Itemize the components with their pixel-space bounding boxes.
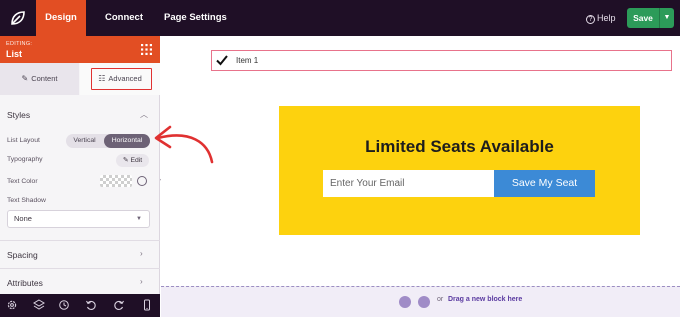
advanced-tab-highlight — [91, 68, 152, 90]
divider — [0, 268, 160, 269]
spacing-section-title[interactable]: Spacing — [7, 250, 38, 260]
gear-icon[interactable] — [6, 299, 18, 311]
drop-zone-text: Drag a new block here — [448, 296, 523, 303]
save-my-seat-button[interactable]: Save My Seat — [494, 170, 595, 197]
tab-content-label: Content — [31, 74, 58, 83]
mobile-preview-icon[interactable] — [141, 299, 153, 311]
undo-icon[interactable] — [85, 299, 97, 311]
save-button[interactable]: Save — [627, 8, 659, 28]
tab-connect[interactable]: Connect — [105, 0, 143, 36]
promo-section[interactable]: Limited Seats Available Enter Your Email… — [279, 106, 640, 235]
drop-zone-or: or — [437, 296, 444, 303]
top-bar: Design Connect Page Settings ? Help Save … — [0, 0, 680, 36]
sidebar: EDITING: List ✎ Content ☷ Advanced Styles … — [0, 36, 160, 317]
email-field[interactable]: Enter Your Email — [323, 170, 494, 197]
app-window: Design Connect Page Settings ? Help Save … — [0, 0, 680, 317]
chevron-up-icon[interactable]: ︿ — [140, 109, 148, 120]
typography-edit-button[interactable]: ✎ Edit — [116, 154, 149, 167]
chevron-right-icon[interactable]: › — [140, 249, 143, 258]
list-layout-toggle: Vertical Horizontal — [66, 134, 150, 148]
checkmark-icon — [216, 55, 228, 66]
text-shadow-label: Text Shadow — [7, 197, 46, 204]
layout-horizontal-option[interactable]: Horizontal — [104, 134, 150, 148]
editing-title: List — [6, 49, 23, 59]
tab-design[interactable]: Design — [36, 0, 86, 36]
help-label: Help — [597, 13, 616, 23]
history-icon[interactable] — [58, 299, 70, 311]
text-shadow-select[interactable]: None ▼ — [7, 210, 150, 228]
pencil-icon: ✎ — [21, 74, 29, 83]
attributes-section-title[interactable]: Attributes — [7, 278, 43, 288]
chevron-right-icon[interactable]: › — [140, 277, 143, 286]
divider — [0, 240, 160, 241]
add-section-icon[interactable] — [399, 296, 411, 308]
color-picker-icon[interactable] — [137, 176, 147, 186]
tab-content[interactable]: ✎ Content — [0, 63, 79, 95]
typography-label: Typography — [7, 156, 43, 163]
annotation-arrow-icon — [154, 125, 214, 164]
layout-vertical-option[interactable]: Vertical — [66, 134, 103, 148]
bottom-toolbar — [0, 294, 160, 317]
edit-label: Edit — [130, 157, 143, 164]
editing-label: EDITING: — [6, 41, 33, 47]
editing-header: EDITING: List — [0, 36, 160, 63]
list-layout-label: List Layout — [7, 137, 40, 144]
text-color-label: Text Color — [7, 178, 38, 185]
seedprod-logo-icon[interactable] — [8, 8, 28, 28]
chevron-down-icon: ▼ — [136, 216, 142, 222]
drop-zone[interactable]: or Drag a new block here — [161, 286, 680, 317]
save-dropdown-caret-icon[interactable]: ▼ — [659, 8, 674, 28]
help-link[interactable]: ? Help — [586, 0, 616, 36]
list-item: Item 1 — [236, 56, 259, 65]
redo-icon[interactable] — [113, 299, 125, 311]
styles-section-title[interactable]: Styles — [7, 110, 30, 120]
layers-icon[interactable] — [33, 299, 45, 311]
add-block-icon[interactable] — [418, 296, 430, 308]
canvas: Item 1 Limited Seats Available Enter You… — [161, 36, 680, 317]
grid-icon[interactable] — [141, 44, 152, 55]
list-block[interactable]: Item 1 — [211, 50, 672, 71]
help-icon: ? — [586, 15, 595, 24]
text-color-swatch[interactable] — [100, 175, 132, 187]
text-shadow-value: None — [14, 214, 32, 223]
tab-page-settings[interactable]: Page Settings — [164, 0, 227, 36]
promo-heading: Limited Seats Available — [365, 137, 554, 156]
